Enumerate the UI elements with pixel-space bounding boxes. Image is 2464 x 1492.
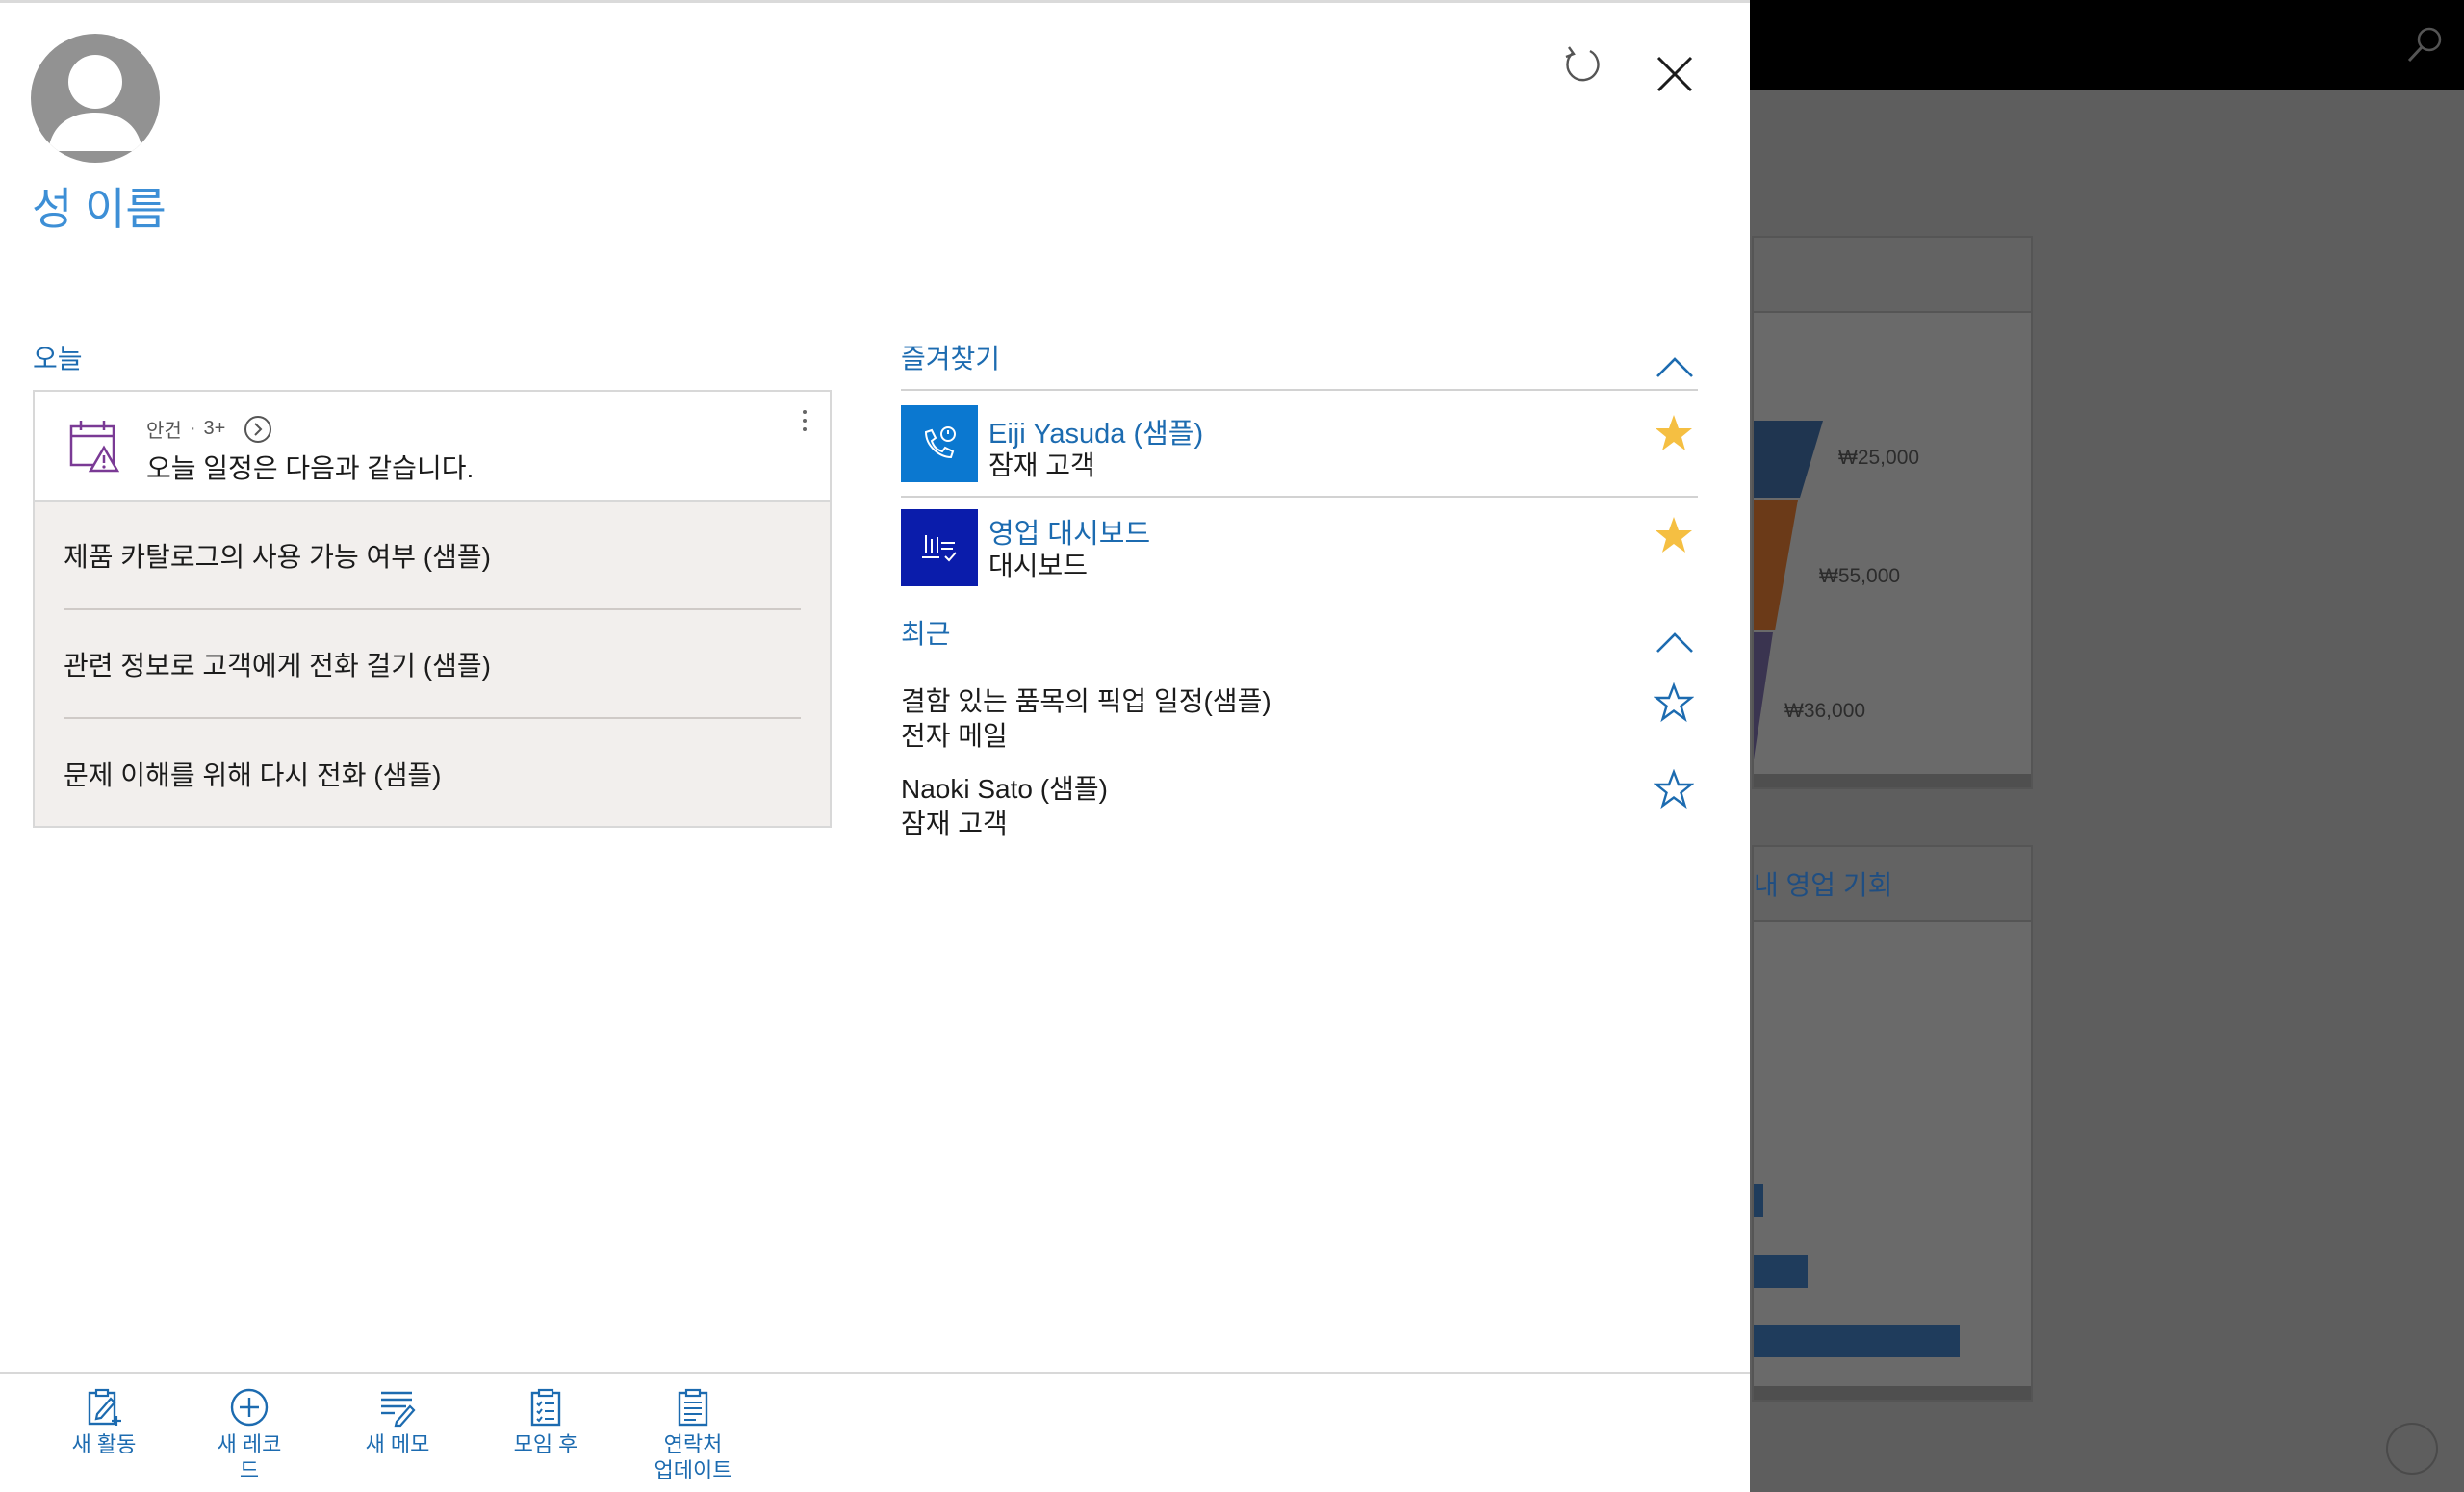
after-meeting-button[interactable]: 모임 후 xyxy=(483,1387,608,1457)
agenda-list: 제품 카탈로그의 사용 가능 여부 (샘플) 관련 정보로 고객에게 전화 걸기… xyxy=(35,500,830,826)
chart-bar xyxy=(1754,1184,1763,1217)
new-record-icon xyxy=(230,1388,269,1427)
today-heading: 오늘 xyxy=(33,344,83,373)
update-contact-label: 연락처 업데이트 xyxy=(654,1432,732,1482)
background-card-title: 내 영업 기회 xyxy=(1754,870,1893,900)
list-item[interactable]: 관련 정보로 고객에게 전화 걸기 (샘플) xyxy=(64,610,801,719)
recent-item-title[interactable]: 결함 있는 품목의 픽업 일정(샘플) xyxy=(901,681,1271,719)
list-item[interactable]: 문제 이해를 위해 다시 전화 (샘플) xyxy=(64,719,801,828)
funnel-label: ₩55,000 xyxy=(1819,565,1901,587)
more-vertical-icon[interactable] xyxy=(795,405,814,444)
chevron-up-icon[interactable] xyxy=(1654,629,1696,657)
star-filled-icon[interactable] xyxy=(1654,515,1694,555)
after-meeting-label: 모임 후 xyxy=(513,1432,578,1456)
new-activity-icon xyxy=(88,1388,121,1426)
bottom-action-bar: 새 활동 새 레코 드 새 메모 모임 후 연락처 업데이트 xyxy=(0,1372,1750,1492)
new-note-icon xyxy=(381,1391,416,1428)
agenda-text: 오늘 일정은 다음과 같습니다. xyxy=(146,453,475,483)
favorite-item-subtitle: 대시보드 xyxy=(988,551,1089,580)
list-item[interactable]: 제품 카탈로그의 사용 가능 여부 (샘플) xyxy=(64,502,801,610)
star-filled-icon[interactable] xyxy=(1654,413,1694,453)
new-note-button[interactable]: 새 메모 xyxy=(335,1387,460,1457)
close-icon[interactable] xyxy=(1656,55,1694,93)
agenda-meta: 안건 · 3+ xyxy=(146,415,272,443)
background-opportunities-card: 내 영업 기회 xyxy=(1752,845,2033,1402)
phone-lead-icon xyxy=(901,405,978,482)
star-outline-icon[interactable] xyxy=(1654,769,1694,810)
favorite-item-subtitle: 잠재 고객 xyxy=(988,450,1095,480)
favorites-heading: 즐겨찾기 xyxy=(901,344,1001,373)
after-meeting-icon xyxy=(530,1388,561,1427)
funnel-label: ₩25,000 xyxy=(1838,447,1920,469)
agenda-type: 안건 xyxy=(146,421,182,442)
refresh-icon[interactable] xyxy=(1561,43,1604,86)
agenda-separator: · xyxy=(189,418,196,439)
update-contact-icon xyxy=(678,1388,708,1427)
new-activity-label: 새 활동 xyxy=(71,1432,137,1456)
person-icon xyxy=(48,55,142,151)
agenda-count: 3+ xyxy=(203,418,226,439)
chevron-up-icon[interactable] xyxy=(1654,353,1696,382)
today-card: 안건 · 3+ 오늘 일정은 다음과 같습니다. 제품 카탈로그의 사용 가능 … xyxy=(33,390,832,828)
recent-item-title[interactable]: Naoki Sato (샘플) xyxy=(901,768,1108,807)
new-record-label: 새 레코 드 xyxy=(217,1432,282,1482)
funnel-label: ₩36,000 xyxy=(1784,700,1866,722)
background-funnel-card: ₩25,000 ₩55,000 ₩36,000 xyxy=(1752,236,2033,789)
recent-item-subtitle: 잠재 고객 xyxy=(901,809,1008,838)
new-activity-button[interactable]: 새 활동 xyxy=(41,1387,167,1457)
agenda-header[interactable]: 안건 · 3+ 오늘 일정은 다음과 같습니다. xyxy=(35,392,830,500)
more-options-icon[interactable] xyxy=(2386,1423,2438,1475)
search-icon[interactable] xyxy=(2406,25,2445,64)
chart-bar xyxy=(1754,1325,1960,1357)
star-outline-icon[interactable] xyxy=(1654,682,1694,723)
dashboard-icon xyxy=(901,509,978,586)
avatar xyxy=(31,34,160,163)
new-note-label: 새 메모 xyxy=(365,1432,430,1456)
user-name: 성 이름 xyxy=(32,184,167,234)
new-record-button[interactable]: 새 레코 드 xyxy=(187,1387,312,1483)
recent-heading: 최근 xyxy=(901,619,951,649)
recent-item-subtitle: 전자 메일 xyxy=(901,721,1008,751)
chart-bar xyxy=(1754,1255,1808,1288)
update-contact-button[interactable]: 연락처 업데이트 xyxy=(630,1387,756,1483)
profile-panel: 성 이름 오늘 안건 · 3+ 오늘 일정은 다음과 같습니다. 제품 카탈로그… xyxy=(0,0,1750,1492)
chevron-right-circle-icon[interactable] xyxy=(244,415,272,443)
calendar-warning-icon xyxy=(69,421,119,473)
